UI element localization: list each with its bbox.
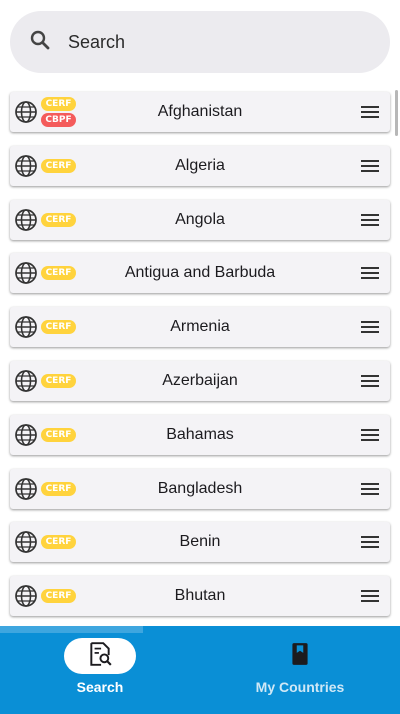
country-name: Algeria <box>175 156 225 174</box>
country-name: Bangladesh <box>157 479 243 497</box>
search-bar[interactable] <box>10 11 390 73</box>
list-item[interactable]: CERF Azerbaijan <box>10 361 390 401</box>
drag-handle-icon[interactable] <box>360 425 380 445</box>
nav-search-label: Search <box>76 679 124 695</box>
drag-handle-icon[interactable] <box>360 263 380 283</box>
country-name: Bahamas <box>166 425 234 443</box>
drag-handle-icon[interactable] <box>360 479 380 499</box>
list-item[interactable]: CERF Bhutan <box>10 576 390 617</box>
country-list[interactable]: CERF CBPF Afghanistan CERF Algeria CERF Angola… <box>0 86 400 626</box>
list-item[interactable]: CERF Algeria <box>10 145 390 186</box>
nav-item-my-countries[interactable]: My Countries <box>200 626 400 714</box>
country-name: Armenia <box>170 318 230 336</box>
drag-handle-icon[interactable] <box>360 156 380 176</box>
search-icon <box>28 28 52 57</box>
drag-handle-icon[interactable] <box>360 532 380 552</box>
country-name: Azerbaijan <box>162 372 238 389</box>
list-item[interactable]: CERF Benin <box>10 522 390 563</box>
list-item[interactable]: CERF Antigua and Barbuda <box>10 253 390 294</box>
list-item[interactable]: CERF Bahamas <box>10 414 390 455</box>
drag-handle-icon[interactable] <box>360 210 380 230</box>
country-name: Angola <box>175 210 225 228</box>
country-name: Bhutan <box>174 587 226 605</box>
search-document-icon <box>87 641 113 672</box>
country-name: Benin <box>179 533 221 551</box>
bottom-navigation: Search My Countries <box>0 626 400 714</box>
country-name: Antigua and Barbuda <box>124 264 276 282</box>
country-name: Afghanistan <box>157 103 243 120</box>
scrollbar[interactable] <box>395 90 398 136</box>
list-item[interactable]: CERF Armenia <box>10 307 390 348</box>
nav-active-pill <box>64 638 136 674</box>
drag-handle-icon[interactable] <box>360 371 380 391</box>
search-input[interactable] <box>68 31 348 53</box>
drag-handle-icon[interactable] <box>360 102 380 122</box>
list-item[interactable]: CERF Bangladesh <box>10 468 390 509</box>
list-item[interactable]: CERF CBPF Afghanistan <box>10 92 390 132</box>
nav-my-countries-label: My Countries <box>255 679 345 695</box>
nav-item-search[interactable]: Search <box>0 626 200 714</box>
drag-handle-icon[interactable] <box>360 317 380 337</box>
bookmark-book-icon <box>287 641 313 672</box>
drag-handle-icon[interactable] <box>360 586 380 606</box>
nav-pill <box>264 638 336 674</box>
list-item[interactable]: CERF Angola <box>10 199 390 240</box>
